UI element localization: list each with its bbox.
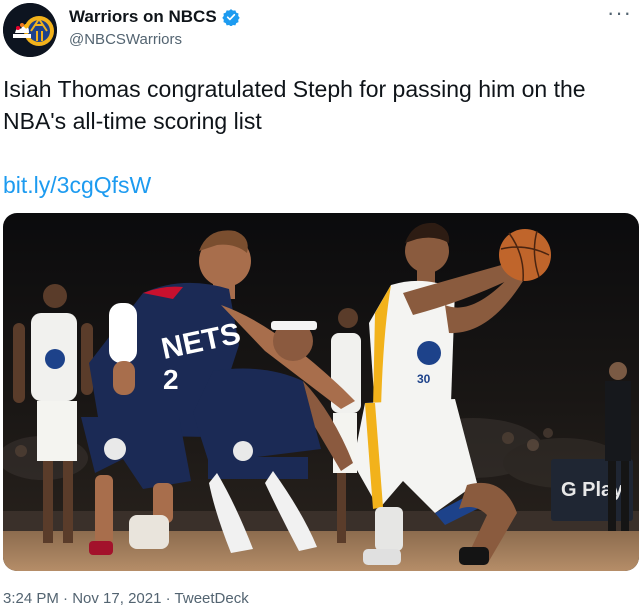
tweet-text: Isiah Thomas congratulated Steph for pas… <box>3 76 586 134</box>
jersey-number-warriors: 30 <box>417 372 431 386</box>
more-options-icon[interactable]: ··· <box>607 2 632 24</box>
tweet-source[interactable]: TweetDeck <box>175 590 249 607</box>
avatar[interactable] <box>3 3 57 57</box>
tweet-media-image[interactable]: G Play NETS 2 30 <box>3 213 639 571</box>
display-name[interactable]: Warriors on NBCS <box>69 7 240 27</box>
user-handle[interactable]: @NBCSWarriors <box>69 31 182 49</box>
jersey-number-nets: 2 <box>163 364 179 395</box>
tweet-metadata: 3:24 PM · Nov 17, 2021 · TweetDeck <box>3 590 249 608</box>
meta-separator: · <box>63 590 69 607</box>
meta-separator: · <box>165 590 171 607</box>
tweet-link[interactable]: bit.ly/3cgQfsW <box>3 169 151 201</box>
display-name-text[interactable]: Warriors on NBCS <box>69 7 217 27</box>
verified-badge-icon <box>221 8 240 27</box>
warriors-logo-icon <box>3 3 57 57</box>
tweet-date[interactable]: Nov 17, 2021 <box>72 590 161 607</box>
basketball-photo: G Play NETS 2 30 <box>3 213 639 571</box>
tweet-time[interactable]: 3:24 PM <box>3 590 59 607</box>
